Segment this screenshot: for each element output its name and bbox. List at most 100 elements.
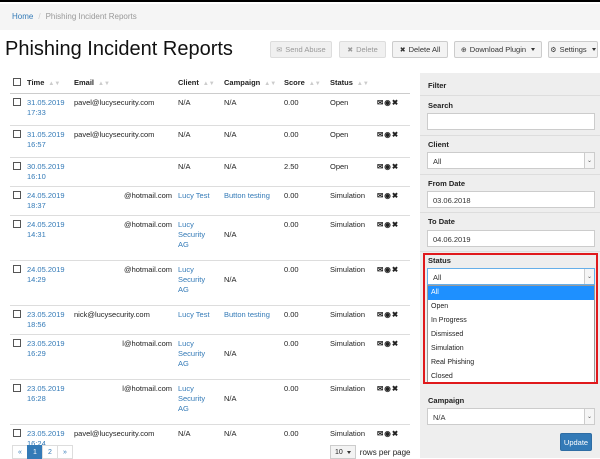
info-icon[interactable]: ◉ bbox=[384, 339, 392, 348]
campaign-cell[interactable]: Button testing bbox=[221, 185, 281, 215]
close-icon[interactable]: ✖ bbox=[392, 130, 399, 139]
client-cell[interactable]: Lucy Test bbox=[175, 185, 221, 215]
row-checkbox[interactable] bbox=[13, 383, 21, 392]
close-icon[interactable]: ✖ bbox=[392, 384, 399, 393]
client-cell[interactable]: Lucy Security AG bbox=[175, 333, 221, 379]
close-icon[interactable]: ✖ bbox=[392, 162, 399, 171]
header-email[interactable]: Email ▲▼ bbox=[71, 73, 175, 94]
row-checkbox[interactable] bbox=[13, 264, 21, 273]
row-checkbox[interactable] bbox=[13, 428, 21, 437]
client-cell[interactable]: Lucy Security AG bbox=[175, 214, 221, 260]
time-link[interactable]: 23.05.2019 16:28 bbox=[24, 378, 71, 424]
status-cell: Open bbox=[327, 156, 374, 186]
close-icon[interactable]: ✖ bbox=[392, 339, 399, 348]
close-icon[interactable]: ✖ bbox=[392, 220, 399, 229]
client-line: Lucy Test bbox=[178, 309, 210, 319]
from-date-input[interactable]: 03.06.2018 bbox=[427, 191, 595, 208]
client-line: Security bbox=[178, 393, 206, 403]
pagination-page-2[interactable]: 2 bbox=[42, 445, 58, 459]
row-checkbox[interactable] bbox=[13, 219, 21, 228]
row-actions: ✉◉✖ bbox=[374, 259, 410, 305]
time-link[interactable]: 31.05.2019 17:33 bbox=[24, 92, 71, 125]
score-cell: 0.00 bbox=[281, 185, 327, 215]
close-icon[interactable]: ✖ bbox=[392, 98, 399, 107]
info-icon[interactable]: ◉ bbox=[384, 265, 392, 274]
header-client[interactable]: Client ▲▼ bbox=[175, 73, 221, 94]
sort-icon: ▲▼ bbox=[308, 81, 321, 88]
time-link[interactable]: 23.05.2019 18:56 bbox=[24, 304, 71, 334]
table-header-row: Time ▲▼ Email ▲▼ Client ▲▼ Campaign ▲▼ Score… bbox=[10, 73, 410, 94]
row-checkbox[interactable] bbox=[13, 161, 21, 170]
table-row[interactable]: 24.05.2019 18:37 @hotmail.com Lucy Test Butt… bbox=[10, 185, 410, 215]
score-cell: 0.00 bbox=[281, 124, 327, 157]
header-score[interactable]: Score ▲▼ bbox=[281, 73, 327, 94]
table-row[interactable]: 23.05.2019 18:56 nick@lucysecurity.com Lucy… bbox=[10, 304, 410, 334]
email-cell: pavel@lucysecurity.com bbox=[71, 92, 175, 125]
row-checkbox[interactable] bbox=[13, 190, 21, 199]
table-row[interactable]: 23.05.2019 16:28 l@hotmail.com Lucy Security… bbox=[10, 378, 410, 424]
pagination-next[interactable]: » bbox=[57, 445, 73, 459]
time-link[interactable]: 31.05.2019 16:57 bbox=[24, 124, 71, 157]
info-icon[interactable]: ◉ bbox=[384, 98, 392, 107]
settings-button[interactable]: ⚙ Settings bbox=[548, 41, 598, 58]
client-line: AG bbox=[178, 358, 189, 368]
close-icon[interactable]: ✖ bbox=[392, 191, 399, 200]
send-abuse-button[interactable]: ✉ Send Abuse bbox=[270, 41, 332, 58]
download-plugin-button[interactable]: ⊕ Download Plugin bbox=[454, 41, 542, 58]
table-row[interactable]: 31.05.2019 16:57 pavel@lucysecurity.com N/A… bbox=[10, 124, 410, 157]
client-cell: N/A bbox=[175, 156, 221, 186]
status-cell: Open bbox=[327, 124, 374, 157]
table-row[interactable]: 24.05.2019 14:29 @hotmail.com Lucy Security A… bbox=[10, 259, 410, 305]
to-date-input[interactable]: 04.06.2019 bbox=[427, 230, 595, 247]
delete-all-button[interactable]: ✖ Delete All bbox=[392, 41, 448, 58]
gear-icon: ⚙ bbox=[550, 46, 557, 54]
info-icon[interactable]: ◉ bbox=[384, 384, 392, 393]
client-line: Lucy bbox=[178, 383, 194, 393]
row-actions: ✉◉✖ bbox=[374, 304, 410, 334]
campaign-select[interactable]: N/A ⌄ bbox=[427, 408, 595, 425]
divider bbox=[420, 135, 600, 136]
time-link[interactable]: 24.05.2019 14:31 bbox=[24, 214, 71, 260]
info-icon[interactable]: ◉ bbox=[384, 310, 392, 319]
row-checkbox[interactable] bbox=[13, 338, 21, 347]
info-icon[interactable]: ◉ bbox=[384, 220, 392, 229]
info-icon[interactable]: ◉ bbox=[384, 191, 392, 200]
rows-per-page-select[interactable]: 10 bbox=[330, 445, 356, 459]
info-icon[interactable]: ◉ bbox=[384, 130, 392, 139]
header-status[interactable]: Status ▲▼ bbox=[327, 73, 374, 94]
close-icon[interactable]: ✖ bbox=[392, 429, 399, 438]
time-link[interactable]: 24.05.2019 18:37 bbox=[24, 185, 71, 215]
row-checkbox[interactable] bbox=[13, 309, 21, 318]
table-row[interactable]: 30.05.2019 16:10 N/A N/A 2.50 Open ✉◉✖ bbox=[10, 156, 410, 186]
client-cell[interactable]: Lucy Security AG bbox=[175, 259, 221, 305]
update-button[interactable]: Update bbox=[560, 433, 592, 451]
client-select[interactable]: All ⌄ bbox=[427, 152, 595, 169]
row-checkbox[interactable] bbox=[13, 97, 21, 106]
time-link[interactable]: 23.05.2019 16:29 bbox=[24, 333, 71, 379]
table-row[interactable]: 23.05.2019 16:29 l@hotmail.com Lucy Security… bbox=[10, 333, 410, 379]
client-cell[interactable]: Lucy Test bbox=[175, 304, 221, 334]
sort-icon: ▲▼ bbox=[48, 81, 61, 88]
campaign-cell[interactable]: Button testing bbox=[221, 304, 281, 334]
info-icon[interactable]: ◉ bbox=[384, 162, 392, 171]
header-campaign[interactable]: Campaign ▲▼ bbox=[221, 73, 281, 94]
table-row[interactable]: 31.05.2019 17:33 pavel@lucysecurity.com N/A… bbox=[10, 92, 410, 125]
breadcrumb-home-link[interactable]: Home bbox=[12, 12, 33, 21]
select-all-checkbox[interactable] bbox=[13, 77, 21, 86]
client-cell[interactable]: Lucy Security AG bbox=[175, 378, 221, 424]
status-cell: Simulation bbox=[327, 378, 374, 424]
time-link[interactable]: 24.05.2019 14:29 bbox=[24, 259, 71, 305]
client-cell: N/A bbox=[175, 124, 221, 157]
header-time[interactable]: Time ▲▼ bbox=[24, 73, 71, 94]
table-row[interactable]: 24.05.2019 14:31 @hotmail.com Lucy Security A… bbox=[10, 214, 410, 260]
close-icon[interactable]: ✖ bbox=[392, 310, 399, 319]
time-link[interactable]: 30.05.2019 16:10 bbox=[24, 156, 71, 186]
info-icon[interactable]: ◉ bbox=[384, 429, 392, 438]
pagination-page-1[interactable]: 1 bbox=[27, 445, 43, 459]
row-checkbox[interactable] bbox=[13, 129, 21, 138]
pagination-prev[interactable]: « bbox=[12, 445, 28, 459]
close-icon[interactable]: ✖ bbox=[392, 265, 399, 274]
campaign-cell: N/A bbox=[221, 214, 281, 260]
delete-button[interactable]: ✖ Delete bbox=[339, 41, 386, 58]
search-input[interactable] bbox=[427, 113, 595, 130]
